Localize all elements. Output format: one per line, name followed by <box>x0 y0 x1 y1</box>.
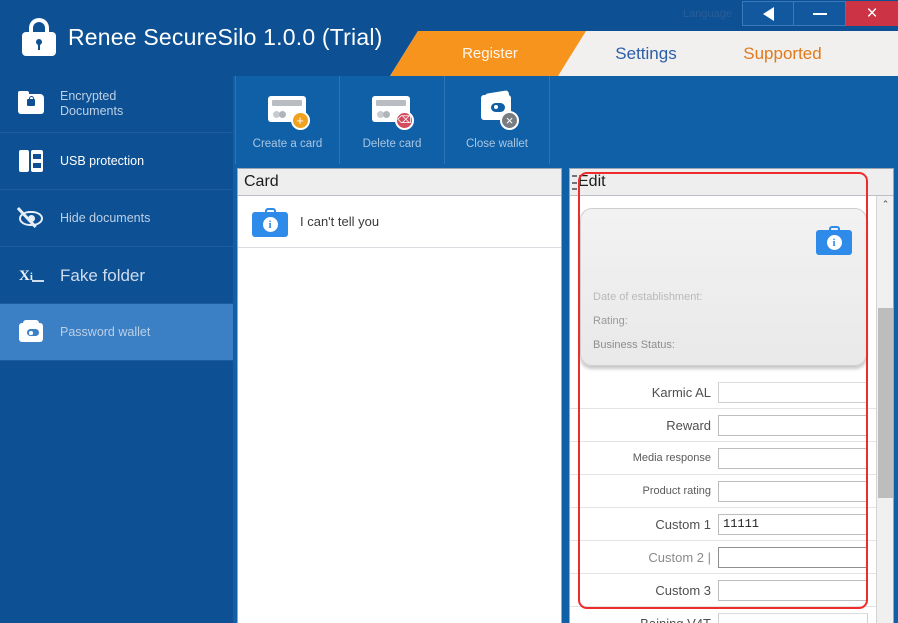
field-input-media-response[interactable] <box>718 447 868 469</box>
card-preview-fields: Date of establishment: Rating: Business … <box>593 291 702 363</box>
field-input-custom-3[interactable] <box>718 579 868 601</box>
toolbar-button-label: Create a card <box>252 138 323 150</box>
field-input-custom-1[interactable] <box>718 513 868 535</box>
field-label: Custom 3 <box>655 582 711 598</box>
sidebar-item-fake-folder[interactable]: Xi Fake folder <box>0 247 233 304</box>
triangle-left-icon <box>762 6 774 21</box>
sidebar-item-label: Fake folder <box>60 265 146 285</box>
card-list-panel: Card i I can't tell you <box>237 168 562 623</box>
field-row-karmic-al: Karmic AL <box>570 376 877 409</box>
field-label: Baining V4T <box>640 615 711 623</box>
tab-bar: Register Settings Supported <box>390 31 898 76</box>
lock-icon <box>22 18 56 56</box>
card-preview[interactable]: i Date of establishment: Rating: Busines… <box>580 208 867 366</box>
field-label: Custom 2 | <box>648 549 711 565</box>
content-area: + Create a card ⌫ Delete card × Close wa… <box>233 76 898 623</box>
window-controls: Language × <box>683 1 898 26</box>
language-dropdown-button[interactable] <box>742 1 794 26</box>
field-input-karmic-al[interactable] <box>718 381 868 403</box>
app-title: Renee SecureSilo 1.0.0 (Trial) <box>68 23 383 50</box>
close-button[interactable]: × <box>846 1 898 26</box>
card-delete-icon: ⌫ <box>368 90 416 130</box>
toolbar-button-label: Delete card <box>362 138 422 150</box>
sidebar-item-label: USB protection <box>60 153 145 168</box>
list-item-label: I can't tell you <box>300 214 380 229</box>
sidebar-item-hide-documents[interactable]: Hide documents <box>0 190 233 247</box>
field-input-custom-2[interactable] <box>718 546 868 568</box>
field-row-custom-2: Custom 2 | <box>570 541 877 574</box>
edit-panel: Edit i Date of establishment: Rating: Bu… <box>569 168 894 623</box>
sidebar-item-password-wallet[interactable]: Password wallet <box>0 304 233 361</box>
fake-folder-icon: Xi <box>16 260 46 290</box>
tab-register-label: Register <box>462 45 518 62</box>
tab-register[interactable]: Register <box>390 31 586 76</box>
grip-icon <box>572 175 577 190</box>
briefcase-info-icon: i <box>816 225 852 255</box>
card-list-body: i I can't tell you <box>238 196 561 623</box>
close-wallet-button[interactable]: × Close wallet <box>445 76 550 164</box>
delete-card-button[interactable]: ⌫ Delete card <box>340 76 445 164</box>
tab-settings[interactable]: Settings <box>586 31 706 76</box>
sidebar: Encrypted Documents USB protection Hide … <box>0 76 233 623</box>
field-input-baining-v4t[interactable] <box>718 612 868 623</box>
application-window: Renee SecureSilo 1.0.0 (Trial) Language … <box>0 0 898 623</box>
field-row-custom-3: Custom 3 <box>570 574 877 607</box>
field-label: Reward <box>666 417 711 433</box>
field-row-product-rating: Product rating <box>570 475 877 508</box>
wallet-icon <box>16 317 46 347</box>
usb-device-icon <box>16 146 46 176</box>
edit-panel-header: Edit <box>570 169 893 196</box>
wallet-close-icon: × <box>473 90 521 130</box>
folder-lock-icon <box>16 89 46 119</box>
sidebar-item-label: Encrypted Documents <box>60 89 124 118</box>
scrollbar-thumb[interactable] <box>878 308 893 498</box>
create-card-button[interactable]: + Create a card <box>235 76 340 164</box>
language-selector[interactable]: Language <box>683 1 742 26</box>
card-preview-line: Date of establishment: <box>593 291 703 303</box>
minimize-icon <box>812 12 827 15</box>
sidebar-item-label: Hide documents <box>60 210 151 225</box>
list-item[interactable]: i I can't tell you <box>238 196 561 248</box>
sidebar-item-encrypted-documents[interactable]: Encrypted Documents <box>0 76 233 133</box>
card-preview-line: Business Status: <box>593 339 675 351</box>
eye-slash-icon <box>16 203 46 233</box>
tab-supported[interactable]: Supported <box>720 31 845 76</box>
field-row-reward: Reward <box>570 409 877 442</box>
card-plus-icon: + <box>264 90 312 130</box>
field-row-baining-v4t: Baining V4T <box>570 607 877 623</box>
card-preview-line: Rating: <box>593 315 628 327</box>
field-label: Karmic AL <box>651 384 711 400</box>
toolbar-button-label: Close wallet <box>466 138 528 150</box>
sidebar-item-label: Password wallet <box>60 324 151 339</box>
language-label: Language <box>683 7 732 20</box>
toolbar: + Create a card ⌫ Delete card × Close wa… <box>235 76 898 164</box>
sidebar-item-usb-protection[interactable]: USB protection <box>0 133 233 190</box>
edit-panel-scrollbar[interactable]: ⌃ ⌄ <box>876 196 893 623</box>
field-input-reward[interactable] <box>718 414 868 436</box>
field-label: Media response <box>632 452 711 464</box>
field-label: Product rating <box>642 485 711 497</box>
edit-panel-body: i Date of establishment: Rating: Busines… <box>570 196 877 623</box>
app-branding: Renee SecureSilo 1.0.0 (Trial) <box>22 18 383 56</box>
edit-panel-title: Edit <box>578 173 606 190</box>
field-row-custom-1: Custom 1 <box>570 508 877 541</box>
briefcase-info-icon: i <box>252 207 288 237</box>
edit-form: Karmic AL Reward Media response Product … <box>570 376 877 623</box>
field-row-media-response: Media response <box>570 442 877 475</box>
card-list-header: Card <box>238 169 561 196</box>
field-input-product-rating[interactable] <box>718 480 868 502</box>
scroll-up-button[interactable]: ⌃ <box>877 196 894 213</box>
field-label: Custom 1 <box>655 516 711 532</box>
minimize-button[interactable] <box>794 1 846 26</box>
